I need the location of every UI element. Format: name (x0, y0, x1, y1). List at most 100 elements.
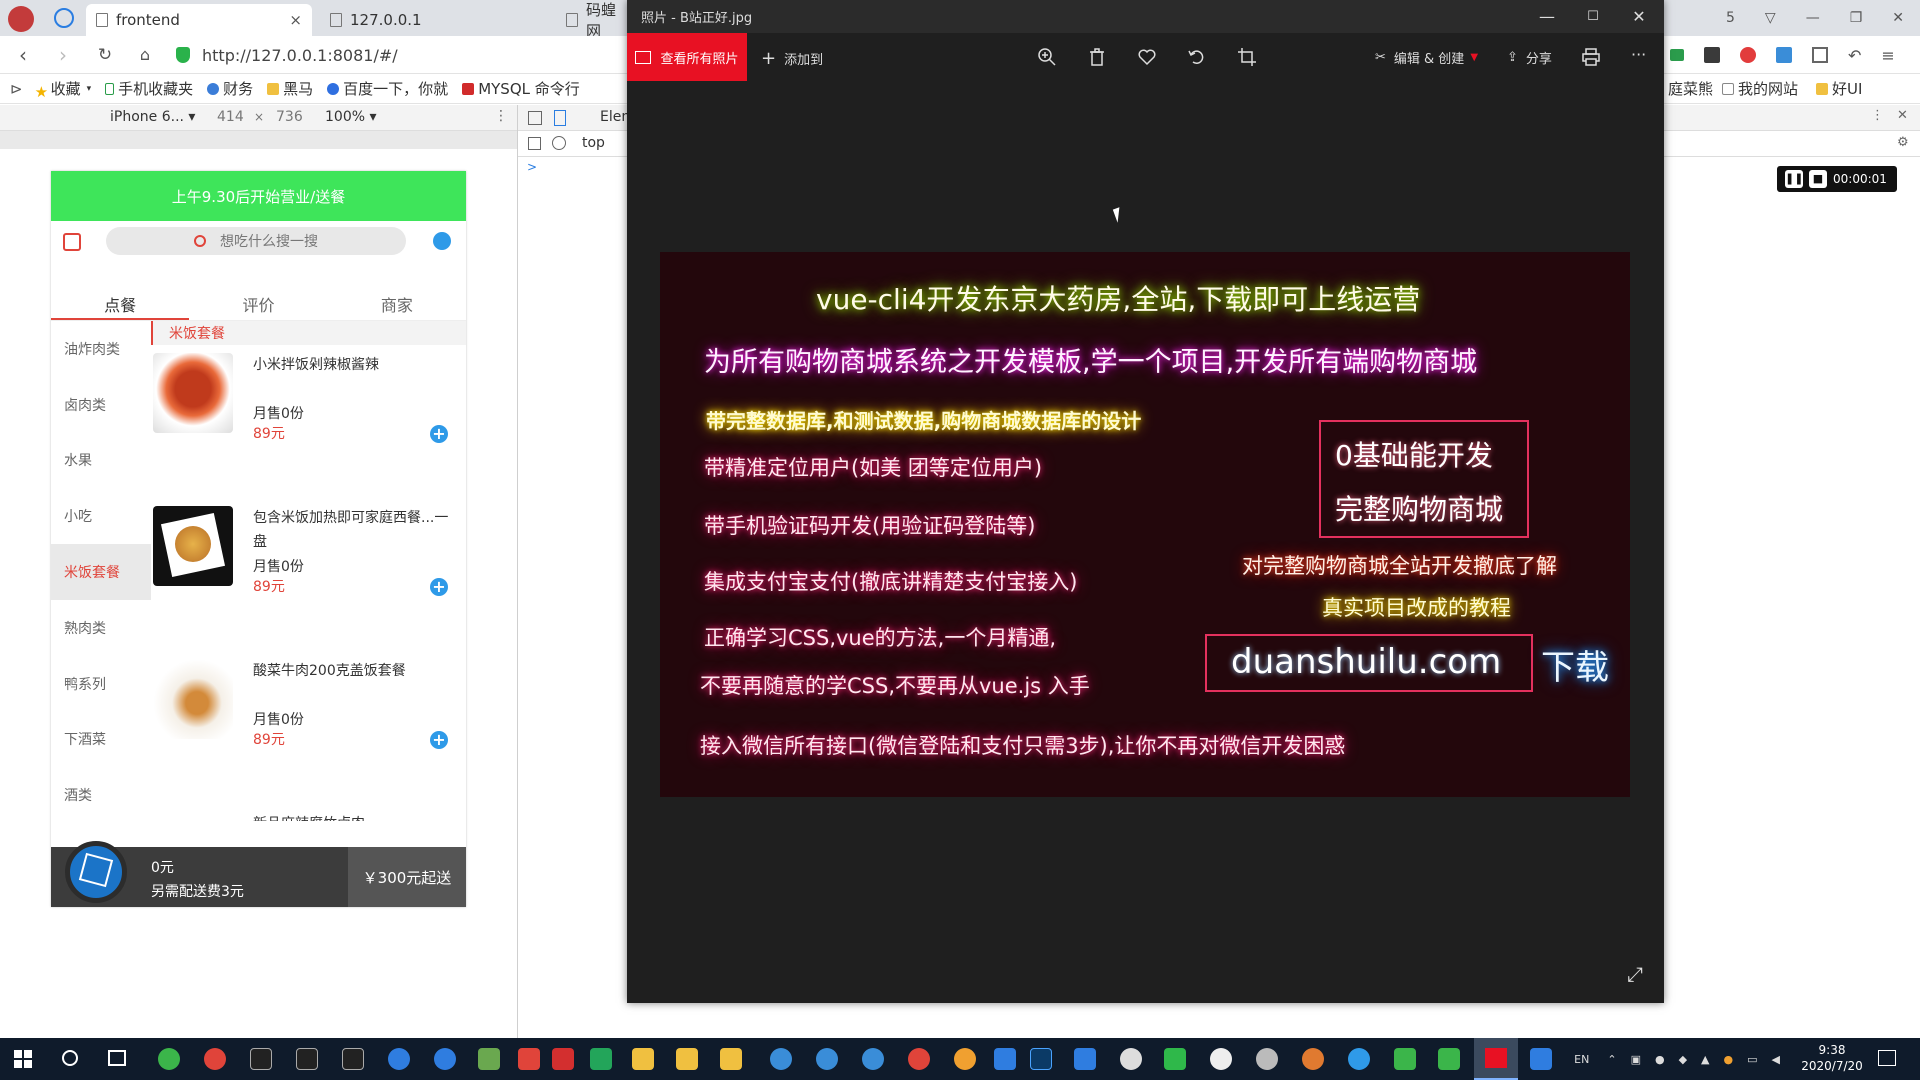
device-height[interactable]: 736 (276, 109, 303, 125)
search-input[interactable]: 想吃什么搜一搜 (106, 227, 406, 255)
minimize-icon[interactable]: — (1806, 10, 1820, 26)
more-options-icon[interactable]: ··· (1631, 45, 1646, 64)
tab-merchant[interactable]: 商家 (328, 291, 466, 320)
add-to-cart-icon[interactable]: + (430, 731, 448, 749)
security-icon[interactable]: ◆ (1679, 1053, 1687, 1066)
category-item[interactable]: 水果 (51, 433, 151, 489)
folder-icon[interactable] (676, 1048, 698, 1070)
taskbar-app-icon[interactable] (862, 1048, 884, 1070)
food-item[interactable]: 新品麻辣腐竹卤肉 (151, 804, 466, 821)
share-button[interactable]: ⇪ 分享 (1507, 48, 1552, 67)
photos-taskbar-item[interactable] (1474, 1038, 1518, 1080)
category-item[interactable]: 下酒菜 (51, 712, 151, 768)
zoom-select[interactable]: 100% ▾ (325, 109, 377, 125)
terminal-icon[interactable] (250, 1048, 272, 1070)
tray-app-icon[interactable]: ● (1724, 1053, 1734, 1066)
tab-order[interactable]: 点餐 (51, 291, 190, 320)
vscode-icon[interactable] (590, 1048, 612, 1070)
bookmark-item[interactable]: MYSQL 命令行 (462, 78, 580, 99)
windows-start-icon[interactable] (14, 1050, 32, 1068)
chrome-icon[interactable] (954, 1048, 976, 1070)
stop-icon[interactable]: ■ (1809, 170, 1827, 188)
add-to-button[interactable]: + 添加到 (761, 48, 823, 69)
favorite-icon[interactable] (1137, 47, 1157, 67)
reload-icon[interactable]: ↻ (94, 45, 116, 67)
maximize-icon[interactable]: ☐ (1570, 0, 1616, 33)
browser-app-icon[interactable] (388, 1048, 410, 1070)
add-to-cart-icon[interactable]: + (430, 578, 448, 596)
food-item[interactable]: 小米拌饭剁辣椒酱辣 月售0份 89元 + (151, 345, 466, 498)
browser-app-icon[interactable] (434, 1048, 456, 1070)
console-prompt[interactable]: > (527, 160, 537, 174)
device-width[interactable]: 414 (217, 109, 244, 125)
category-item[interactable]: 卤肉类 (51, 377, 151, 433)
edit-create-button[interactable]: ✂ 编辑 & 创建 ▼ (1375, 48, 1478, 67)
chrome-icon[interactable] (908, 1048, 930, 1070)
forward-icon[interactable]: › (52, 45, 74, 67)
panel-divider[interactable] (517, 105, 518, 1038)
back-icon[interactable]: ‹ (12, 45, 34, 67)
tab-mahuang[interactable]: 码蝗网 (556, 1, 636, 40)
tab-reviews[interactable]: 评价 (189, 291, 327, 320)
pause-icon[interactable]: ❚❚ (1785, 170, 1803, 188)
scan-icon[interactable] (433, 232, 451, 250)
taskbar-app-icon[interactable] (1210, 1048, 1232, 1070)
inspect-icon[interactable] (528, 111, 542, 125)
cart-icon[interactable] (65, 841, 127, 903)
notification-icon[interactable] (1878, 1050, 1896, 1066)
bookmark-item[interactable]: 庭菜熊 (1668, 78, 1713, 99)
category-item[interactable]: 油炸肉类 (51, 321, 151, 377)
taskbar-app-icon[interactable] (518, 1048, 540, 1070)
tray-expand-icon[interactable]: ⌃ (1607, 1053, 1616, 1066)
microphone-icon[interactable]: ● (1655, 1053, 1665, 1066)
devtools-close-icon[interactable]: ✕ (1897, 108, 1908, 123)
category-item[interactable]: 小吃 (51, 488, 151, 544)
zoom-icon[interactable] (1037, 47, 1057, 67)
folder-icon[interactable] (720, 1048, 742, 1070)
edit-icon[interactable] (63, 233, 81, 251)
minimize-icon[interactable]: — (1524, 0, 1570, 33)
category-item[interactable]: 熟肉类 (51, 600, 151, 656)
bookmark-item[interactable]: 我的网站 (1722, 78, 1798, 99)
home-icon[interactable]: ⌂ (134, 45, 156, 67)
profile-avatar[interactable] (8, 6, 34, 32)
chrome-icon[interactable] (204, 1048, 226, 1070)
restore-icon[interactable]: ❐ (1850, 10, 1863, 26)
extension-dark-icon[interactable] (1704, 47, 1720, 63)
search-icon[interactable] (62, 1050, 78, 1066)
notepad-icon[interactable] (478, 1048, 500, 1070)
close-icon[interactable]: ✕ (1616, 0, 1662, 33)
terminal-icon[interactable] (296, 1048, 318, 1070)
bookmark-item[interactable]: 百度一下，你就 (327, 78, 448, 99)
browser-logo-icon[interactable] (54, 8, 74, 28)
view-all-photos-button[interactable]: 查看所有照片 (627, 33, 747, 81)
word-icon[interactable] (1074, 1048, 1096, 1070)
settings-gear-icon[interactable]: ⚙ (1897, 135, 1909, 150)
devtools-menu-icon[interactable]: ⋮ (1871, 108, 1884, 123)
volume-icon[interactable]: ◀ (1772, 1053, 1780, 1066)
bookmark-item[interactable]: 黑马 (267, 78, 313, 99)
terminal-icon[interactable] (342, 1048, 364, 1070)
taskbar-app-icon[interactable] (1302, 1048, 1324, 1070)
minimum-order-button[interactable]: ￥300元起送 (348, 847, 466, 907)
bookmark-item[interactable]: 好UI (1816, 78, 1862, 99)
network-icon[interactable]: ▲ (1701, 1053, 1709, 1066)
crop-icon[interactable] (1237, 47, 1257, 67)
food-item[interactable]: 酸菜牛肉200克盖饭套餐 月售0份 89元 + (151, 651, 466, 804)
skin-icon[interactable]: ▽ (1765, 10, 1776, 26)
category-item[interactable]: 鸭系列 (51, 656, 151, 712)
language-indicator[interactable]: EN (1574, 1053, 1589, 1066)
task-view-icon[interactable] (108, 1050, 126, 1066)
fullscreen-icon[interactable]: ⤢ (1627, 962, 1643, 986)
tray-app-icon[interactable]: ▣ (1631, 1053, 1641, 1066)
taskbar-app-icon[interactable] (1348, 1048, 1370, 1070)
vscode-icon[interactable] (994, 1048, 1016, 1070)
food-item[interactable]: 包含米饭加热即可家庭西餐...一盘 月售0份 89元 + (151, 498, 466, 651)
system-clock[interactable]: 9:38 2020/7/20 (1792, 1042, 1872, 1074)
close-icon[interactable]: ✕ (1892, 10, 1904, 26)
pycharm-icon[interactable] (1438, 1048, 1460, 1070)
extension-blue-icon[interactable] (1776, 47, 1792, 63)
category-item[interactable]: 酒类 (51, 767, 151, 823)
apps-grid-icon[interactable] (1812, 47, 1828, 63)
extension-green-icon[interactable] (1670, 49, 1684, 61)
